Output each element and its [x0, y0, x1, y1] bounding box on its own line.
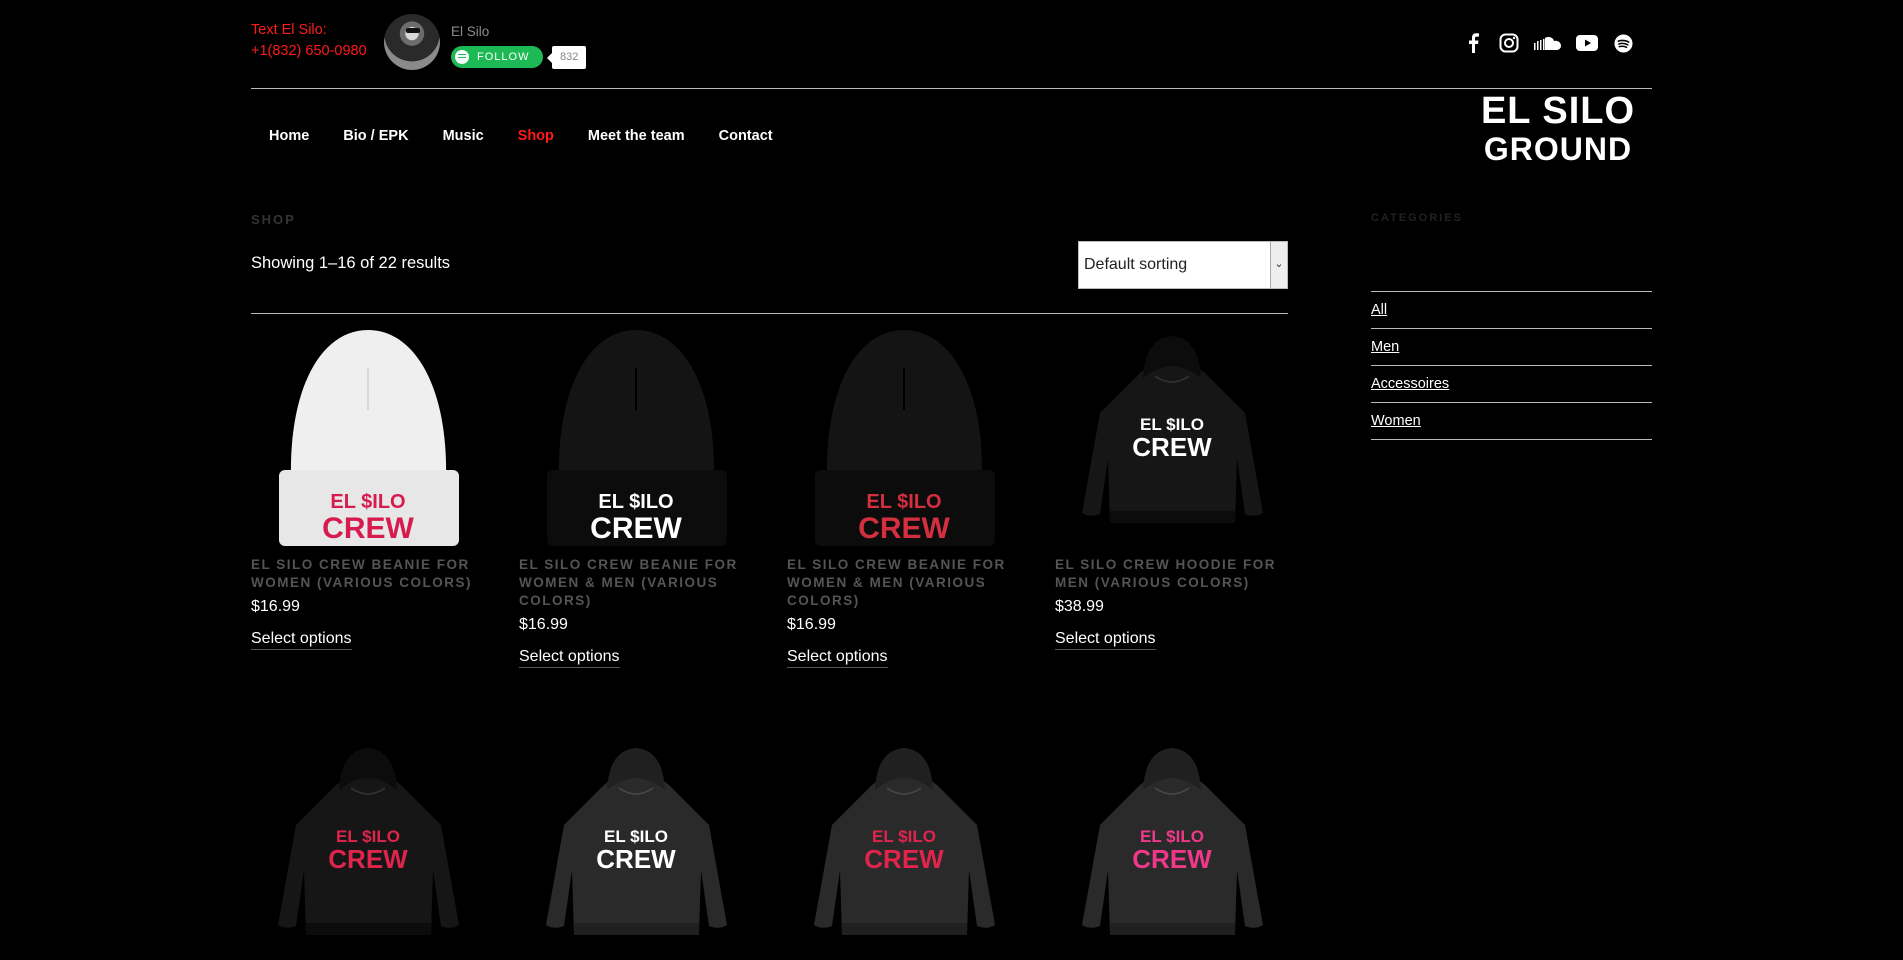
follower-count: 832: [546, 46, 587, 69]
spotify-icon: [455, 50, 469, 64]
text-label: Text El Silo:: [251, 22, 327, 38]
svg-text:CREW: CREW: [858, 512, 950, 545]
categories-title: CATEGORIES: [1371, 212, 1463, 224]
product-title[interactable]: EL SILO CREW BEANIE FOR WOMEN & MEN (VAR…: [519, 556, 754, 610]
product-card: EL $ILO CREW: [1055, 740, 1290, 960]
product-card: EL $ILO CREW: [787, 740, 1022, 960]
product-image[interactable]: EL $ILO CREW: [787, 740, 1022, 960]
svg-text:EL $ILO: EL $ILO: [598, 491, 673, 513]
svg-text:CREW: CREW: [1132, 844, 1212, 874]
main-nav: Home Bio / EPK Music Shop Meet the team …: [251, 116, 790, 156]
product-card: EL $ILO CREW: [519, 740, 754, 960]
svg-text:EL $ILO: EL $ILO: [866, 491, 941, 513]
product-image[interactable]: EL $ILO CREW: [251, 328, 486, 548]
category-women[interactable]: Women: [1371, 403, 1652, 440]
social-links: [1461, 31, 1635, 55]
nav-home[interactable]: Home: [251, 128, 326, 144]
product-card: EL $ILO CREW EL SILO CREW BEANIE FOR WOME…: [519, 328, 754, 668]
svg-text:CREW: CREW: [590, 512, 682, 545]
category-label: Men: [1371, 339, 1400, 355]
result-count: Showing 1–16 of 22 results: [251, 254, 451, 272]
svg-text:CREW: CREW: [596, 844, 676, 874]
product-title[interactable]: EL SILO CREW BEANIE FOR WOMEN & MEN (VAR…: [787, 556, 1022, 610]
category-label: All: [1371, 302, 1388, 318]
category-list: All Men Accessoires Women: [1371, 291, 1652, 440]
logo-line-2: GROUND: [1483, 131, 1633, 167]
product-price: $38.99: [1055, 598, 1104, 615]
category-label: Women: [1371, 413, 1421, 429]
nav-bio-epk[interactable]: Bio / EPK: [326, 128, 425, 144]
category-all[interactable]: All: [1371, 292, 1652, 329]
sort-selected-value: Default sorting: [1084, 256, 1188, 273]
instagram-icon[interactable]: [1497, 31, 1521, 55]
select-options-button[interactable]: Select options: [787, 648, 888, 668]
product-card: EL $ILO CREW EL SILO CREW BEANIE FOR WOME…: [251, 328, 486, 650]
product-image[interactable]: EL $ILO CREW: [519, 740, 754, 960]
product-image[interactable]: EL $ILO CREW: [519, 328, 754, 548]
product-image[interactable]: EL $ILO CREW: [1055, 328, 1290, 548]
header-divider: [251, 88, 1652, 89]
nav-music[interactable]: Music: [426, 128, 501, 144]
category-men[interactable]: Men: [1371, 329, 1652, 366]
nav-meet-the-team[interactable]: Meet the team: [571, 128, 702, 144]
text-contact[interactable]: Text El Silo: +1(832) 650-0980: [251, 20, 367, 62]
facebook-icon[interactable]: [1461, 31, 1485, 55]
product-card: EL $ILO CREW EL SILO CREW BEANIE FOR WOME…: [787, 328, 1022, 668]
follow-label: FOLLOW: [477, 51, 530, 63]
chevron-down-icon: ⌄: [1270, 242, 1287, 288]
svg-text:CREW: CREW: [328, 844, 408, 874]
select-options-button[interactable]: Select options: [519, 648, 620, 668]
svg-text:CREW: CREW: [864, 844, 944, 874]
svg-text:CREW: CREW: [1132, 432, 1212, 462]
select-options-button[interactable]: Select options: [1055, 630, 1156, 650]
page-title: SHOP: [251, 212, 296, 227]
soundcloud-icon[interactable]: [1533, 31, 1563, 55]
spotify-icon[interactable]: [1611, 31, 1635, 55]
product-title[interactable]: EL SILO CREW HOODIE FOR MEN (VARIOUS COL…: [1055, 556, 1290, 592]
product-card: EL $ILO CREW EL SILO CREW HOODIE FOR MEN …: [1055, 328, 1290, 650]
site-logo[interactable]: EL SILO GROUND: [1480, 92, 1636, 168]
product-image[interactable]: EL $ILO CREW: [787, 328, 1022, 548]
artist-avatar[interactable]: [384, 14, 440, 70]
spotify-follow-button[interactable]: FOLLOW: [451, 46, 543, 68]
top-bar: Text El Silo: +1(832) 650-0980 El Silo F…: [251, 0, 1652, 88]
nav-contact[interactable]: Contact: [702, 128, 790, 144]
product-price: $16.99: [787, 616, 836, 633]
svg-text:CREW: CREW: [322, 512, 414, 545]
product-image[interactable]: EL $ILO CREW: [1055, 740, 1290, 960]
artist-name[interactable]: El Silo: [451, 24, 489, 39]
select-options-button[interactable]: Select options: [251, 630, 352, 650]
phone-number[interactable]: +1(832) 650-0980: [251, 41, 367, 62]
category-label: Accessoires: [1371, 376, 1450, 392]
product-image[interactable]: EL $ILO CREW: [251, 740, 486, 960]
product-price: $16.99: [251, 598, 300, 615]
nav-shop[interactable]: Shop: [501, 128, 571, 144]
product-title[interactable]: EL SILO CREW BEANIE FOR WOMEN (VARIOUS C…: [251, 556, 486, 592]
sort-select[interactable]: Default sorting ⌄: [1078, 241, 1288, 289]
youtube-icon[interactable]: [1575, 31, 1599, 55]
shop-divider: [251, 313, 1288, 314]
logo-line-1: EL SILO: [1480, 90, 1636, 132]
svg-text:EL $ILO: EL $ILO: [330, 491, 405, 513]
product-card: EL $ILO CREW: [251, 740, 486, 960]
category-accessoires[interactable]: Accessoires: [1371, 366, 1652, 403]
product-price: $16.99: [519, 616, 568, 633]
